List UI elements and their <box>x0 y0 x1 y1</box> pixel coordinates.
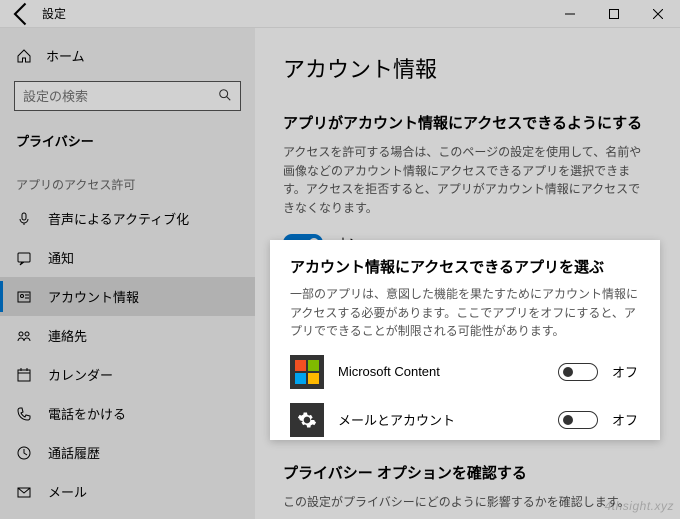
app-row-mail-accounts: メールとアカウント オフ <box>290 403 640 437</box>
app-toggle-label: オフ <box>612 410 640 429</box>
search-icon <box>218 88 232 105</box>
app-toggle-mail-accounts[interactable] <box>558 411 598 429</box>
sidebar-item-notifications[interactable]: 通知 <box>0 238 255 277</box>
titlebar: 設定 <box>0 0 680 28</box>
section2-title: アカウント情報にアクセスできるアプリを選ぶ <box>290 256 640 277</box>
maximize-button[interactable] <box>592 0 636 28</box>
sidebar-item-account-info[interactable]: アカウント情報 <box>0 277 255 316</box>
app-name: Microsoft Content <box>338 364 544 379</box>
sidebar-item-email[interactable]: メール <box>0 472 255 511</box>
call-history-icon <box>16 445 32 461</box>
sidebar-item-label: 音声によるアクティブ化 <box>48 209 189 228</box>
highlight-card: アカウント情報にアクセスできるアプリを選ぶ 一部のアプリは、意図した機能を果たす… <box>270 240 660 440</box>
sidebar-home-label: ホーム <box>46 46 85 65</box>
sidebar-item-label: カレンダー <box>48 365 113 384</box>
notification-icon <box>16 250 32 266</box>
sidebar-item-label: メール <box>48 482 87 501</box>
section3-desc: この設定がプライバシーにどのように影響するかを確認します。 <box>283 493 652 512</box>
sidebar-category: プライバシー <box>0 121 255 158</box>
mail-accounts-icon <box>290 403 324 437</box>
home-icon <box>16 48 32 64</box>
sidebar-item-label: 電話をかける <box>48 404 126 423</box>
microphone-icon <box>16 211 32 227</box>
app-row-microsoft-content: Microsoft Content オフ <box>290 355 640 389</box>
window-title: 設定 <box>42 5 66 22</box>
mail-icon <box>16 484 32 500</box>
contacts-icon <box>16 328 32 344</box>
sidebar-item-label: 連絡先 <box>48 326 87 345</box>
sidebar-item-calendar[interactable]: カレンダー <box>0 355 255 394</box>
search-box[interactable] <box>14 81 241 111</box>
arrow-left-icon <box>8 0 36 28</box>
search-input[interactable] <box>23 89 218 104</box>
back-button[interactable] <box>8 0 36 28</box>
close-icon <box>653 9 663 19</box>
section1-desc: アクセスを許可する場合は、このページの設定を使用して、名前や画像などのアカウント… <box>283 143 652 217</box>
app-toggle-microsoft-content[interactable] <box>558 363 598 381</box>
calendar-icon <box>16 367 32 383</box>
sidebar-item-label: アカウント情報 <box>48 287 139 306</box>
sidebar-item-label: 通知 <box>48 248 74 267</box>
sidebar-item-call-history[interactable]: 通話履歴 <box>0 433 255 472</box>
section1-title: アプリがアカウント情報にアクセスできるようにする <box>283 112 652 133</box>
section2-desc: 一部のアプリは、意図した機能を果たすためにアカウント情報にアクセスする必要があり… <box>290 285 640 341</box>
close-button[interactable] <box>636 0 680 28</box>
microsoft-content-icon <box>290 355 324 389</box>
app-name: メールとアカウント <box>338 410 544 429</box>
maximize-icon <box>609 9 619 19</box>
sidebar-item-contacts[interactable]: 連絡先 <box>0 316 255 355</box>
page-title: アカウント情報 <box>283 52 652 84</box>
sidebar: ホーム プライバシー アプリのアクセス許可 音声によるアクティブ化 通知 <box>0 28 255 519</box>
watermark: 4thsight.xyz <box>605 499 674 513</box>
sidebar-section-label: アプリのアクセス許可 <box>0 158 255 199</box>
phone-icon <box>16 406 32 422</box>
sidebar-item-phone-calls[interactable]: 電話をかける <box>0 394 255 433</box>
account-icon <box>16 289 32 305</box>
app-toggle-label: オフ <box>612 362 640 381</box>
section3-title: プライバシー オプションを確認する <box>283 462 652 483</box>
minimize-icon <box>565 9 575 19</box>
sidebar-nav: 音声によるアクティブ化 通知 アカウント情報 連絡先 カレンダー <box>0 199 255 519</box>
minimize-button[interactable] <box>548 0 592 28</box>
sidebar-home[interactable]: ホーム <box>0 36 255 75</box>
sidebar-item-label: 通話履歴 <box>48 443 100 462</box>
sidebar-item-voice-activation[interactable]: 音声によるアクティブ化 <box>0 199 255 238</box>
